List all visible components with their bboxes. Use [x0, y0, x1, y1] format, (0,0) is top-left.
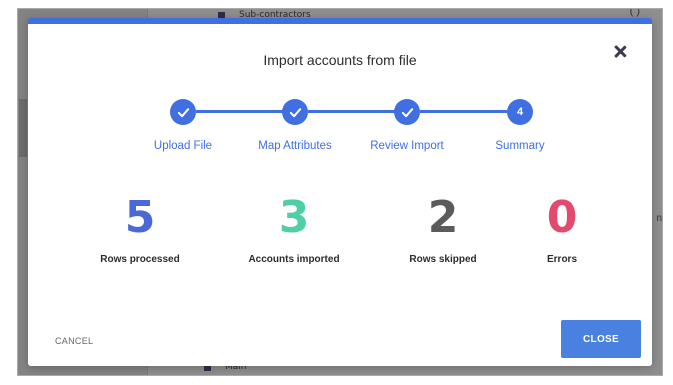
close-icon[interactable]: [612, 44, 628, 60]
app-window: ˇ Sub-contractors ( ) n Main Import acco…: [17, 8, 663, 376]
stat-accounts-imported: 3 Accounts imported: [219, 192, 369, 266]
step-label-summary[interactable]: Summary: [460, 140, 580, 152]
step-1-check-icon[interactable]: [170, 99, 196, 125]
chevron-down-icon: ˇ: [122, 8, 126, 17]
stepper-connector: [308, 110, 395, 113]
stat-value: 0: [546, 192, 578, 243]
stat-label: Errors: [546, 254, 577, 265]
check-icon: [401, 107, 413, 117]
step-3-check-icon[interactable]: [394, 99, 420, 125]
stat-errors: 0 Errors: [487, 192, 637, 266]
close-button[interactable]: CLOSE: [561, 320, 641, 358]
import-dialog: Import accounts from file 4 Upload File …: [28, 18, 652, 366]
stepper-connector: [420, 110, 507, 113]
stat-value: 3: [278, 192, 310, 243]
scrollbar[interactable]: [19, 99, 27, 157]
step-2-check-icon[interactable]: [282, 99, 308, 125]
dialog-title: Import accounts from file: [263, 52, 417, 68]
stat-label: Rows processed: [100, 254, 180, 265]
stat-label: Accounts imported: [248, 254, 340, 265]
check-icon: [177, 107, 189, 117]
stepper-connector: [196, 110, 283, 113]
step-label-upload-file[interactable]: Upload File: [123, 140, 243, 152]
background-text-fragment: n: [656, 213, 662, 224]
stat-rows-processed: 5 Rows processed: [65, 192, 215, 266]
check-icon: [289, 107, 301, 117]
step-label-review-import[interactable]: Review Import: [347, 140, 467, 152]
cancel-button[interactable]: CANCEL: [55, 336, 93, 346]
stat-value: 5: [124, 192, 156, 243]
step-label-map-attributes[interactable]: Map Attributes: [235, 140, 355, 152]
step-4-number[interactable]: 4: [507, 99, 533, 125]
background-radio: ( ): [629, 8, 640, 17]
